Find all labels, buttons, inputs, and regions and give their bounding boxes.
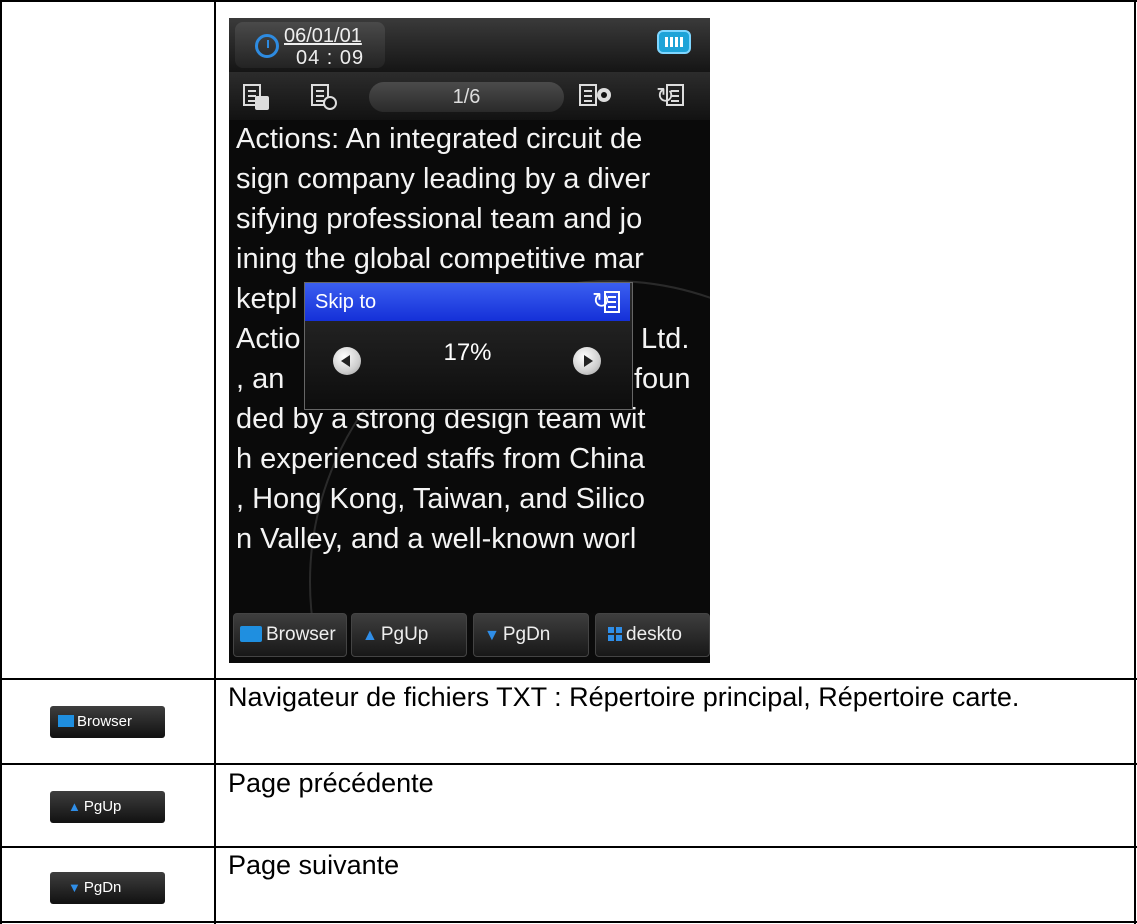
reader-toolbar: 1/6 ↻ (229, 72, 710, 120)
date-display: 06/01/01 (284, 25, 362, 47)
text-line: sign company leading by a diver (236, 163, 651, 195)
table-column-divider (214, 0, 216, 924)
browser-button-image: Browser (50, 706, 165, 738)
text-line: Actions: An integrated circuit de (236, 123, 643, 155)
pgup-description: Page précédente (228, 768, 434, 798)
pgdn-button-label: PgDn (83, 879, 122, 896)
clock-badge: 06/01/01 04 : 09 (235, 22, 385, 69)
table-border-top (0, 0, 1137, 2)
bookmark-add-icon[interactable] (241, 82, 271, 110)
text-line: h experienced staffs from China (236, 443, 645, 475)
table-border-right (1134, 0, 1136, 924)
browser-button[interactable]: Browser (233, 613, 347, 657)
pgup-button[interactable]: ▲ PgUp (351, 613, 467, 657)
text-line: ketpl (236, 283, 298, 315)
text-line-fragment: Ltd. (641, 323, 690, 355)
folder-icon (58, 715, 74, 727)
txt-reader-screenshot: 06/01/01 04 : 09 1/6 ↻ Actions: An integ… (229, 18, 710, 663)
pgdn-description: Page suivante (228, 850, 400, 880)
text-line: , Hong Kong, Taiwan, and Silico (236, 483, 645, 515)
folder-icon (240, 626, 262, 642)
auto-scroll-timer-icon[interactable] (309, 82, 339, 110)
desktop-label: deskto (626, 624, 682, 645)
clock-icon (255, 34, 279, 58)
browser-label: Browser (266, 624, 336, 645)
chevron-down-icon: ▼ (68, 880, 81, 895)
return-list-icon[interactable]: ↻ (654, 82, 684, 110)
desktop-grid-icon (608, 627, 622, 641)
pgup-button-label: PgUp (83, 798, 122, 815)
settings-gear-icon[interactable] (577, 82, 611, 110)
increase-button[interactable] (573, 347, 601, 375)
battery-icon (657, 30, 691, 54)
table-row-divider (0, 763, 1137, 765)
status-bar: 06/01/01 04 : 09 (229, 18, 710, 72)
text-line: n Valley, and a well-known worl (236, 523, 637, 555)
chevron-up-icon: ▲ (362, 627, 378, 644)
return-list-icon[interactable]: ↻ (592, 289, 622, 315)
browser-button-label: Browser (77, 713, 133, 730)
pgdn-button[interactable]: ▼ PgDn (473, 613, 589, 657)
text-line-fragment: foun (634, 363, 691, 395)
pgup-button-image: ▲ PgUp (50, 791, 165, 823)
page-indicator-label: 1/6 (452, 86, 481, 108)
table-row-divider (0, 846, 1137, 848)
text-line: Actio (236, 323, 301, 355)
chevron-down-icon: ▼ (484, 627, 500, 644)
page-indicator: 1/6 (369, 82, 564, 112)
dialog-title: Skip to (315, 291, 377, 313)
skip-to-dialog: Skip to ↻ 17% (304, 282, 633, 410)
time-display: 04 : 09 (296, 47, 365, 69)
text-line: sifying professional team and jo (236, 203, 643, 235)
pgdn-button-image: ▼ PgDn (50, 872, 165, 904)
table-border-bottom (0, 921, 1137, 923)
dialog-title-bar: Skip to ↻ (305, 283, 630, 321)
text-line: , an (236, 363, 285, 395)
desktop-button[interactable]: deskto (595, 613, 710, 657)
pgdn-label: PgDn (502, 624, 551, 645)
chevron-up-icon: ▲ (68, 799, 81, 814)
pgup-label: PgUp (380, 624, 429, 645)
table-border-left (0, 0, 2, 924)
text-line: ining the global competitive mar (236, 243, 644, 275)
bottom-bar: Browser ▲ PgUp ▼ PgDn deskto (229, 613, 710, 663)
browser-description: Navigateur de fichiers TXT : Répertoire … (228, 682, 1020, 712)
